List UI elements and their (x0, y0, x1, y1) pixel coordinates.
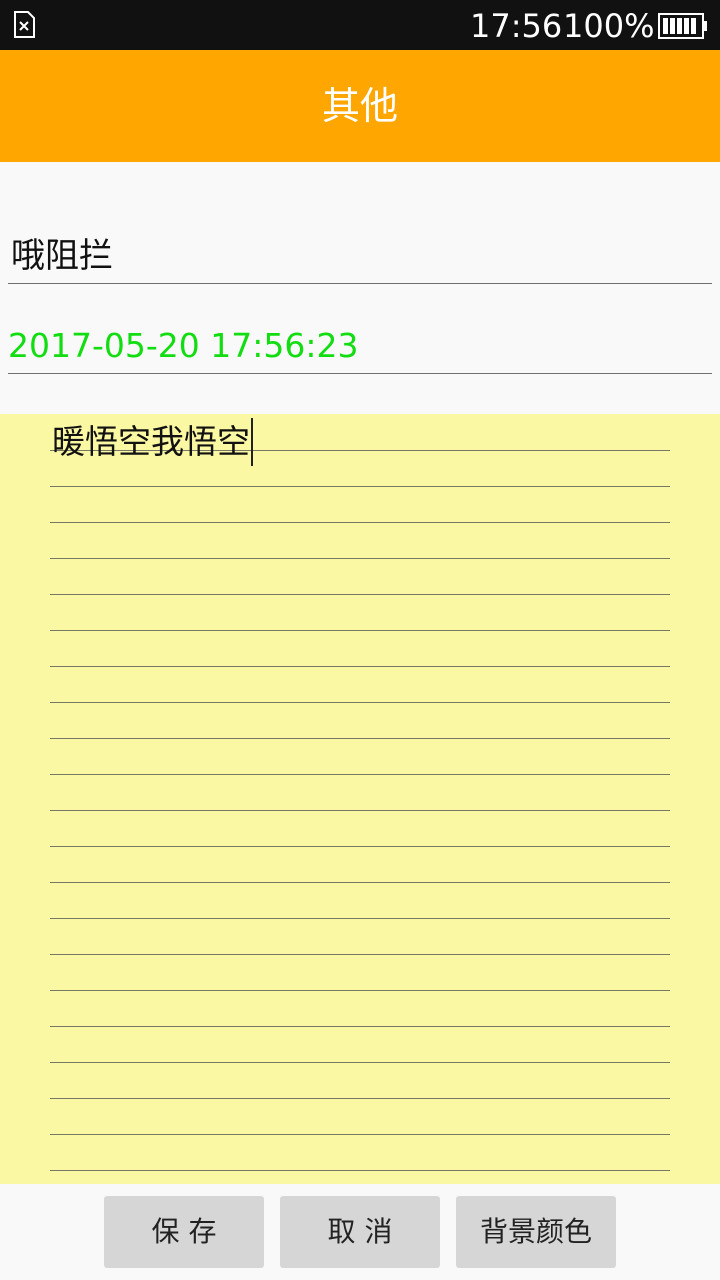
ruled-line (50, 630, 670, 631)
ruled-line (50, 594, 670, 595)
status-time: 17:56 (470, 7, 563, 45)
note-content-value: 暖悟空我悟空 (52, 422, 250, 461)
text-cursor (251, 418, 253, 466)
ruled-line (50, 918, 670, 919)
note-content-editor[interactable]: 暖悟空我悟空 (0, 414, 720, 1184)
ruled-line (50, 522, 670, 523)
note-title-input[interactable]: 哦阻拦 (8, 228, 712, 284)
ruled-lines (50, 414, 670, 1184)
ruled-line (50, 1098, 670, 1099)
note-content-text: 暖悟空我悟空 (52, 418, 253, 466)
save-button[interactable]: 保 存 (104, 1196, 264, 1268)
ruled-line (50, 486, 670, 487)
ruled-line (50, 882, 670, 883)
note-date-field[interactable]: 2017-05-20 17:56:23 (8, 318, 712, 374)
page-title: 其他 (321, 84, 398, 128)
ruled-line (50, 738, 670, 739)
ruled-line (50, 1026, 670, 1027)
ruled-line (50, 846, 670, 847)
note-date-text: 2017-05-20 17:56:23 (8, 326, 359, 365)
bottom-button-bar: 保 存 取 消 背景颜色 (0, 1184, 720, 1280)
ruled-line (50, 1170, 670, 1171)
ruled-line (50, 1134, 670, 1135)
ruled-line (50, 774, 670, 775)
sim-error-icon (14, 11, 35, 38)
note-title-text: 哦阻拦 (11, 236, 113, 276)
ruled-line (50, 666, 670, 667)
ruled-line (50, 954, 670, 955)
ruled-line (50, 558, 670, 559)
background-color-button[interactable]: 背景颜色 (456, 1196, 616, 1268)
ruled-line (50, 990, 670, 991)
cancel-button[interactable]: 取 消 (280, 1196, 440, 1268)
ruled-line (50, 702, 670, 703)
ruled-line (50, 810, 670, 811)
status-bar: 17:56 100% (0, 0, 720, 50)
app-title-bar: 其他 (0, 50, 720, 162)
ruled-line (50, 1062, 670, 1063)
battery-percent: 100% (563, 7, 655, 45)
battery-full-icon (658, 13, 707, 39)
